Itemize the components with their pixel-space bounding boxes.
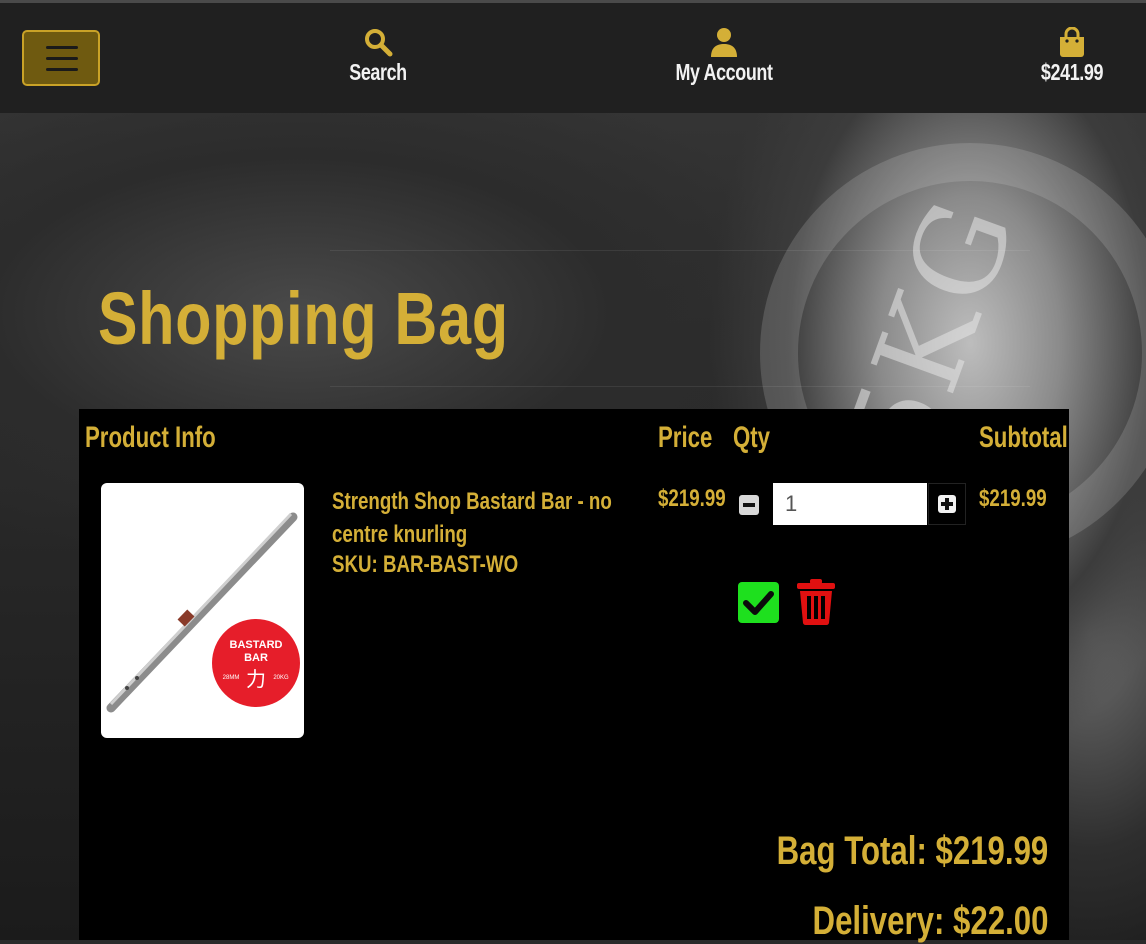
column-header-subtotal: Subtotal: [979, 421, 1068, 454]
product-sku: SKU: BAR-BAST-WO: [332, 551, 519, 578]
my-account-label: My Account: [675, 59, 773, 85]
page-title: Shopping Bag: [98, 277, 509, 360]
badge-line2: BAR: [244, 652, 268, 664]
column-header-product-info: Product Info: [85, 421, 216, 454]
hamburger-line: [46, 68, 78, 71]
my-account-nav-link[interactable]: My Account: [650, 27, 798, 86]
divider: [330, 386, 1030, 387]
badge-glyph: 力: [246, 667, 266, 691]
minus-square-icon: [739, 495, 759, 515]
decrement-quantity-button[interactable]: [739, 495, 759, 515]
shopping-bag-icon: [1060, 27, 1084, 57]
search-label: Search: [349, 59, 407, 85]
column-header-price: Price: [658, 421, 713, 454]
menu-toggle-button[interactable]: [22, 30, 100, 86]
bag-total-label: $241.99: [1040, 59, 1104, 85]
delivery-cost: Delivery: $22.00: [812, 899, 1048, 943]
product-name[interactable]: Strength Shop Bastard Bar - no centre kn…: [332, 485, 660, 551]
shopping-bag-nav-link[interactable]: $241.99: [1022, 27, 1122, 86]
item-subtotal: $219.99: [979, 485, 1047, 512]
plus-square-icon: [938, 495, 956, 513]
badge-right: 20KG: [273, 675, 289, 681]
product-price: $219.99: [658, 485, 726, 512]
barbell-image: BASTARD BAR 力 28MM 20KG: [106, 512, 300, 713]
search-icon: [365, 29, 393, 57]
check-square-icon: [738, 582, 779, 623]
hamburger-menu-icon: [46, 46, 78, 49]
column-header-qty: Qty: [733, 421, 771, 454]
divider: [330, 250, 1030, 251]
search-nav-link[interactable]: Search: [328, 27, 428, 86]
update-quantity-button[interactable]: [738, 582, 779, 623]
quantity-input[interactable]: [773, 483, 927, 525]
badge-line1: BASTARD: [230, 639, 283, 651]
remove-item-button[interactable]: [796, 579, 836, 626]
user-icon: [711, 28, 737, 57]
bag-total: Bag Total: $219.99: [776, 829, 1048, 873]
trash-icon: [797, 579, 835, 626]
site-header: Search My Account $241.99: [0, 3, 1146, 113]
shopping-bag-table: Product Info Price Qty Subtotal BASTARD …: [79, 409, 1069, 943]
product-image[interactable]: BASTARD BAR 力 28MM 20KG: [101, 483, 304, 738]
increment-quantity-button[interactable]: [928, 483, 966, 525]
hamburger-line: [46, 57, 78, 60]
badge-left: 28MM: [223, 675, 240, 681]
